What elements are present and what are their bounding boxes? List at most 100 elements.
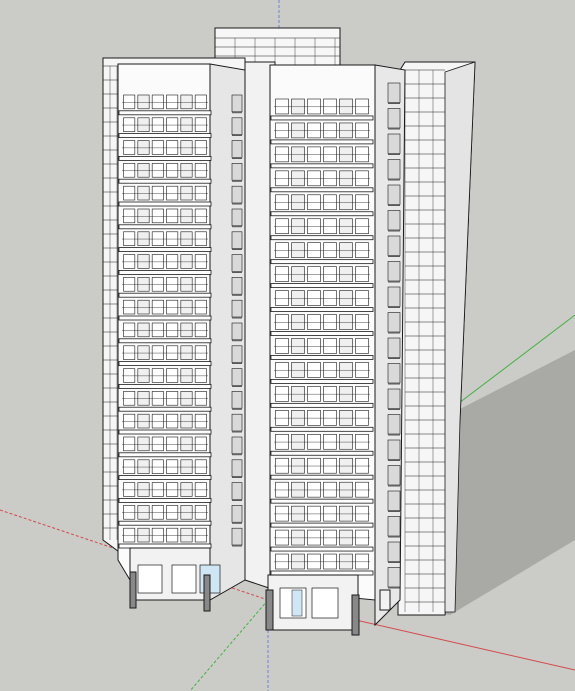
window: [323, 338, 337, 354]
window: [307, 553, 321, 570]
window: [323, 122, 337, 139]
side-bay: [387, 439, 401, 460]
window: [291, 266, 305, 282]
model-viewport[interactable]: [0, 0, 575, 691]
window: [137, 322, 150, 338]
window: [137, 208, 150, 224]
window: [355, 505, 369, 522]
window: [275, 146, 289, 163]
side-bay: [231, 254, 243, 272]
window: [180, 505, 193, 520]
window: [166, 345, 179, 360]
window: [355, 338, 369, 354]
left-tower: [117, 63, 246, 612]
side-bay: [387, 286, 401, 307]
window: [291, 242, 305, 258]
window: [166, 94, 179, 110]
window: [307, 266, 321, 282]
window: [151, 527, 164, 543]
balcony-slab: [118, 133, 212, 139]
window: [355, 314, 369, 330]
window: [339, 386, 353, 402]
window: [275, 481, 289, 498]
side-bay: [231, 391, 243, 409]
balcony-slab: [118, 155, 212, 161]
window: [323, 242, 337, 258]
window: [291, 194, 305, 211]
window: [151, 117, 164, 132]
window: [194, 140, 207, 155]
window: [123, 254, 136, 269]
window: [151, 459, 164, 474]
window: [355, 170, 369, 187]
window: [137, 140, 150, 155]
window: [137, 117, 150, 132]
window: [355, 122, 369, 139]
window: [291, 529, 305, 546]
window: [291, 505, 305, 522]
balcony-slab: [118, 543, 212, 549]
window: [137, 368, 150, 383]
window: [151, 299, 164, 315]
window: [137, 505, 150, 520]
window: [275, 194, 289, 211]
window: [194, 459, 207, 474]
window: [137, 527, 150, 543]
balcony-slab: [270, 283, 374, 289]
window: [323, 386, 337, 402]
window: [323, 481, 337, 498]
window: [123, 299, 136, 315]
window: [355, 194, 369, 211]
balcony-slab: [270, 402, 374, 408]
window: [123, 413, 136, 429]
window: [275, 529, 289, 546]
window: [323, 194, 337, 211]
balcony-slab: [118, 338, 212, 344]
window: [307, 410, 321, 426]
window: [291, 362, 305, 378]
window: [123, 322, 136, 338]
window: [180, 140, 193, 155]
balcony-slab: [118, 201, 212, 207]
window: [123, 368, 136, 383]
window: [180, 277, 193, 292]
side-bay: [231, 527, 243, 546]
window: [180, 163, 193, 178]
window: [291, 386, 305, 402]
side-bay: [387, 363, 401, 384]
balcony-slab: [118, 475, 212, 481]
side-bay: [231, 94, 243, 113]
window: [307, 146, 321, 163]
balcony-slab: [118, 520, 212, 526]
window: [323, 218, 337, 234]
window: [291, 218, 305, 234]
window: [166, 277, 179, 292]
window: [307, 386, 321, 402]
window: [151, 185, 164, 201]
window: [180, 368, 193, 383]
side-bay: [387, 414, 401, 435]
side-bay: [231, 505, 243, 523]
window: [151, 254, 164, 269]
window: [151, 163, 164, 178]
window: [291, 98, 305, 115]
window: [123, 391, 136, 406]
window: [151, 368, 164, 383]
window: [307, 481, 321, 498]
window: [323, 314, 337, 330]
balcony-slab: [270, 259, 374, 265]
window: [307, 122, 321, 139]
window: [355, 242, 369, 258]
window: [194, 231, 207, 246]
window: [339, 146, 353, 163]
side-bay: [231, 163, 243, 181]
window: [355, 386, 369, 402]
window: [339, 410, 353, 426]
window: [275, 433, 289, 450]
window: [151, 231, 164, 246]
side-bay: [387, 261, 401, 282]
window: [291, 122, 305, 139]
window: [291, 457, 305, 474]
window: [123, 140, 136, 155]
window: [194, 505, 207, 520]
